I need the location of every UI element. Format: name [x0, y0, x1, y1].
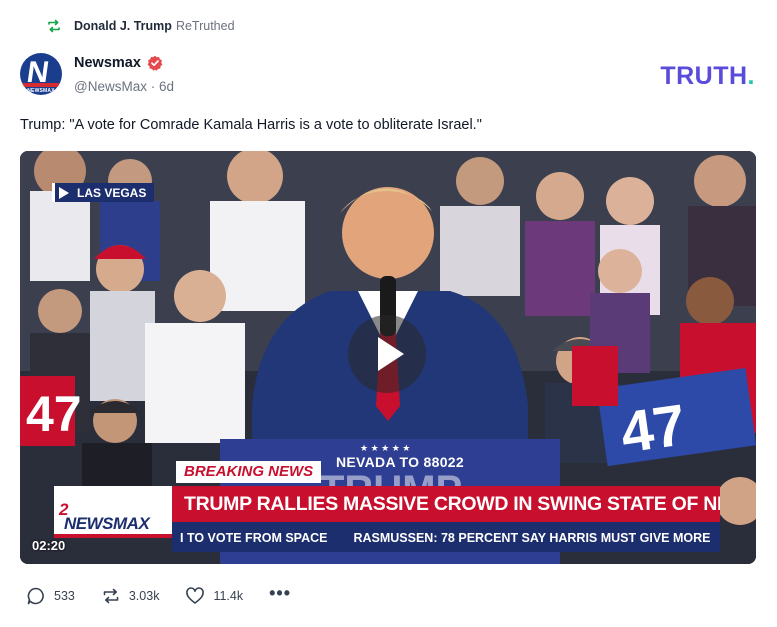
logo-text: TRUTH [660, 62, 748, 90]
avatar[interactable]: N NEWSMAX [20, 53, 62, 95]
ticker-item-1: I TO VOTE FROM SPACE [180, 531, 328, 545]
like-button[interactable]: 11.4k [185, 586, 243, 606]
play-button[interactable] [348, 315, 426, 393]
avatar-text: NEWSMAX [27, 88, 55, 94]
like-count: 11.4k [213, 589, 244, 603]
post-text: Trump: "A vote for Comrade Kamala Harris… [20, 117, 482, 133]
author-name-row: Newsmax [74, 55, 163, 71]
logo-dot: . [747, 62, 755, 90]
author-handle-row: @NewsMax · 6d [74, 79, 174, 94]
newsmax2-logo: NEWSMAX 2 [54, 486, 172, 538]
retruth-icon [48, 19, 60, 33]
author-handle[interactable]: @NewsMax [74, 79, 147, 94]
retruth-user-link[interactable]: Donald J. Trump [74, 19, 172, 33]
chyron-headline: TRUMP RALLIES MASSIVE CROWD IN SWING STA… [172, 486, 720, 522]
sign-left: 47 [26, 386, 82, 442]
newsmax2-text: NEWSMAX 2 [59, 500, 150, 533]
action-bar: 533 3.03k 11.4k ••• [26, 583, 291, 606]
sign-right: 47 [617, 392, 690, 465]
post-age[interactable]: 6d [159, 79, 174, 94]
truth-logo[interactable]: TRUTH. [660, 62, 755, 91]
reply-button[interactable]: 533 [26, 586, 75, 606]
retruth-button[interactable]: 3.03k [101, 586, 160, 606]
video-player[interactable]: 47 47 ★ ★ ★ ★ ★ TRUMP LAS VEGAS NEVADA T… [20, 151, 756, 564]
post-header: N NEWSMAX Newsmax @NewsMax · 6d TRUTH. [20, 53, 757, 99]
news-ticker: I TO VOTE FROM SPACE RASMUSSEN: 78 PERCEN… [172, 522, 720, 552]
avatar-stripe [20, 83, 62, 87]
retruth-label: ReTruthed [175, 19, 235, 33]
reply-count: 533 [54, 589, 75, 603]
retruth-icon [103, 588, 119, 604]
ticker-item-2: RASMUSSEN: 78 PERCENT SAY HARRIS MUST GI… [353, 531, 711, 545]
separator: · [150, 79, 159, 94]
heart-icon [186, 587, 205, 604]
verified-badge-icon [147, 55, 163, 71]
more-options-button[interactable]: ••• [269, 583, 291, 604]
nevada-text: NEVADA TO 88022 [336, 454, 464, 470]
author-name[interactable]: Newsmax [74, 55, 141, 71]
svg-text:★ ★ ★ ★ ★: ★ ★ ★ ★ ★ [360, 443, 410, 453]
retruth-count: 3.03k [128, 589, 160, 603]
location-tag: LAS VEGAS [52, 183, 155, 202]
retruth-banner: Donald J. Trump ReTruthed [46, 18, 235, 34]
video-duration: 02:20 [32, 538, 66, 553]
newsmax-label: NEWSMAX [64, 514, 150, 533]
reply-icon [27, 587, 44, 605]
breaking-news-label: BREAKING NEWS [176, 461, 322, 483]
